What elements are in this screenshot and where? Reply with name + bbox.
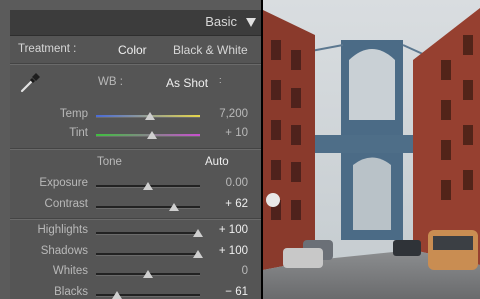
tone-auto-button[interactable]: Auto <box>205 156 229 168</box>
shadows-value[interactable]: + 100 <box>205 245 248 257</box>
exposure-value[interactable]: 0.00 <box>205 177 248 189</box>
panel-body: Treatment : Color Black & White WB : As … <box>10 36 261 299</box>
highlights-value[interactable]: + 100 <box>205 224 248 236</box>
triangle-down-icon[interactable] <box>246 18 256 27</box>
temp-value[interactable]: 7,200 <box>205 108 248 120</box>
highlights-slider-thumb[interactable] <box>192 229 203 237</box>
tint-value[interactable]: + 10 <box>205 127 248 139</box>
shadows-label: Shadows <box>40 245 88 257</box>
panel-title: Basic <box>205 14 237 29</box>
exposure-label: Exposure <box>39 177 88 189</box>
contrast-slider-thumb[interactable] <box>169 203 179 211</box>
wb-value-select[interactable]: As Shot <box>166 76 208 90</box>
photo-preview <box>263 0 480 299</box>
whites-label: Whites <box>52 265 88 277</box>
treatment-color-option[interactable]: Color <box>118 43 147 57</box>
tone-label: Tone <box>97 156 122 168</box>
blacks-value[interactable]: − 61 <box>205 286 248 298</box>
whites-slider-thumb[interactable] <box>143 270 153 278</box>
tint-slider-thumb[interactable] <box>147 131 158 139</box>
blacks-slider-thumb[interactable] <box>111 291 122 299</box>
divider <box>10 149 261 150</box>
wb-dropdown-arrow[interactable]: ∶ <box>219 76 222 87</box>
manhattan-bridge-street-photo <box>263 0 480 299</box>
wb-label: WB : <box>98 76 123 88</box>
divider <box>10 64 261 65</box>
contrast-slider-track[interactable] <box>96 206 200 208</box>
highlights-label: Highlights <box>37 224 89 236</box>
whites-value[interactable]: 0 <box>205 265 248 277</box>
temp-slider-thumb[interactable] <box>145 112 156 120</box>
eyedropper-icon[interactable] <box>19 72 41 94</box>
contrast-label: Contrast <box>44 198 88 210</box>
temp-label: Temp <box>59 108 88 120</box>
shadows-slider-thumb[interactable] <box>192 250 203 258</box>
divider <box>10 219 261 220</box>
blacks-label: Blacks <box>54 286 88 298</box>
contrast-value[interactable]: + 62 <box>205 198 248 210</box>
panel-header[interactable]: Basic <box>10 10 261 36</box>
highlights-slider-track[interactable] <box>96 232 200 234</box>
shadows-slider-track[interactable] <box>96 253 200 255</box>
develop-basic-panel: Basic Treatment : Color Black & White WB… <box>0 0 261 299</box>
exposure-slider-thumb[interactable] <box>143 182 153 190</box>
tint-label: Tint <box>69 127 88 139</box>
treatment-label: Treatment : <box>18 43 77 55</box>
treatment-bw-option[interactable]: Black & White <box>173 43 248 57</box>
